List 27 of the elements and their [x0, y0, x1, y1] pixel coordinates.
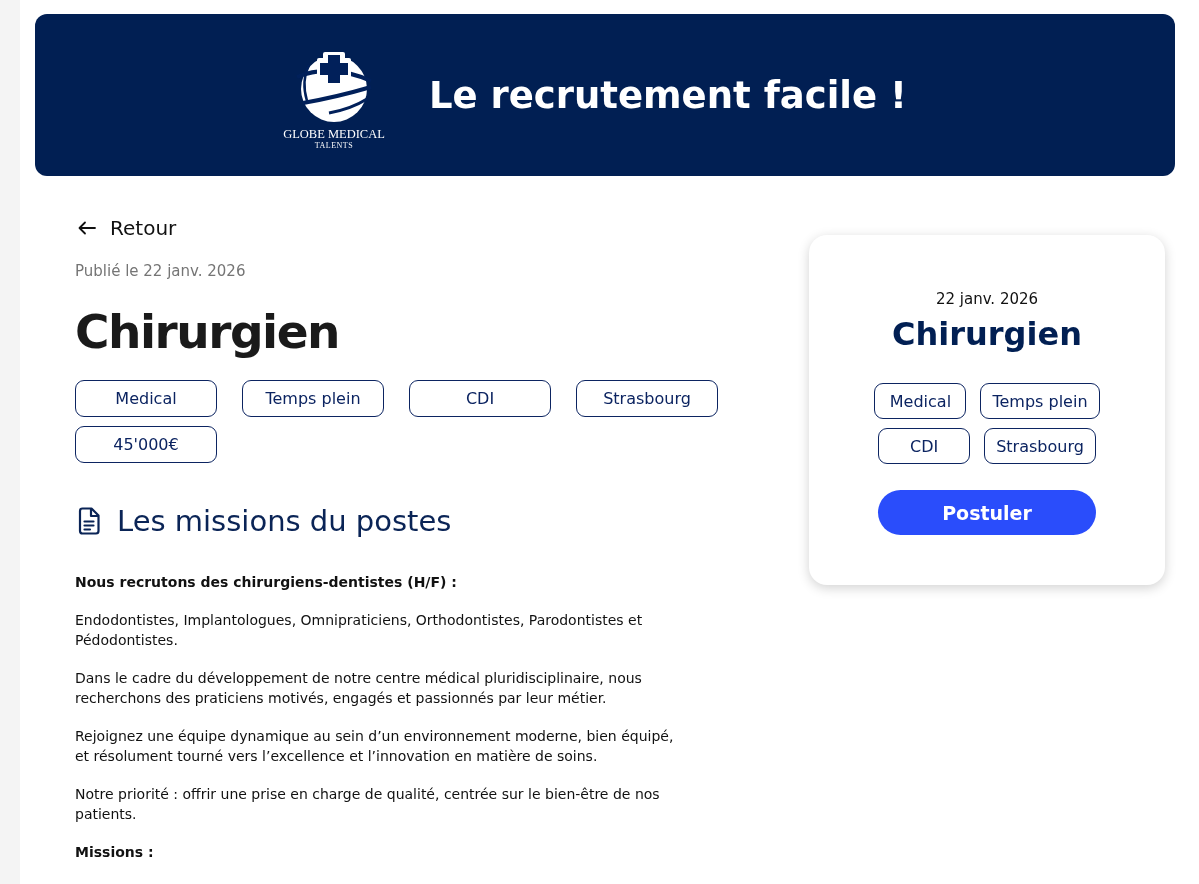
job-tag: CDI	[409, 380, 551, 417]
paragraph: Endodontistes, Implantologues, Omnipraticiens, Orthodontistes, Parodontistes et Pédodontistes.	[75, 611, 644, 650]
paragraph: Notre priorité : offrir une prise en charge de qualité, centrée sur le bien-être de nos patients.	[75, 785, 661, 824]
job-tag: Strasbourg	[984, 428, 1096, 464]
job-tag: CDI	[878, 428, 971, 464]
card-title: Chirurgien	[892, 314, 1082, 354]
section-heading: Les missions du postes	[117, 503, 452, 539]
logo-wordmark: GLOBE MEDICAL	[283, 126, 385, 141]
paragraph: Missions :	[75, 843, 155, 862]
paragraph: Rejoignez une équipe dynamique au sein d’un environnement moderne, bien équipé, et résolument tourné vers l’excellence et l’innovation en matière de soins.	[75, 727, 675, 766]
published-date: Publié le 22 janv. 2026	[75, 261, 246, 281]
paragraph: Dans le cadre du développement de notre centre médical pluridisciplinaire, nous recherchons des praticiens motivés, engagés et passionnés par leur métier.	[75, 669, 643, 708]
job-tag: Temps plein	[242, 380, 384, 417]
job-tag: Strasbourg	[576, 380, 718, 417]
card-date: 22 janv. 2026	[935, 289, 1039, 309]
paragraph: Nous recrutons des chirurgiens-dentistes (H/F) :	[75, 573, 458, 592]
banner-tagline: Le recrutement facile !	[428, 73, 907, 117]
back-link[interactable]: Retour	[75, 216, 177, 240]
apply-button[interactable]: Postuler	[878, 490, 1096, 535]
job-tag: Medical	[75, 380, 217, 417]
job-tag: 45'000€	[75, 426, 217, 463]
job-title: Chirurgien	[75, 303, 339, 361]
job-tag: Medical	[874, 383, 967, 419]
arrow-left-icon	[78, 221, 96, 235]
logo-subtitle: TALENTS	[314, 140, 354, 150]
document-icon	[78, 507, 100, 535]
job-tag: Temps plein	[980, 383, 1100, 419]
